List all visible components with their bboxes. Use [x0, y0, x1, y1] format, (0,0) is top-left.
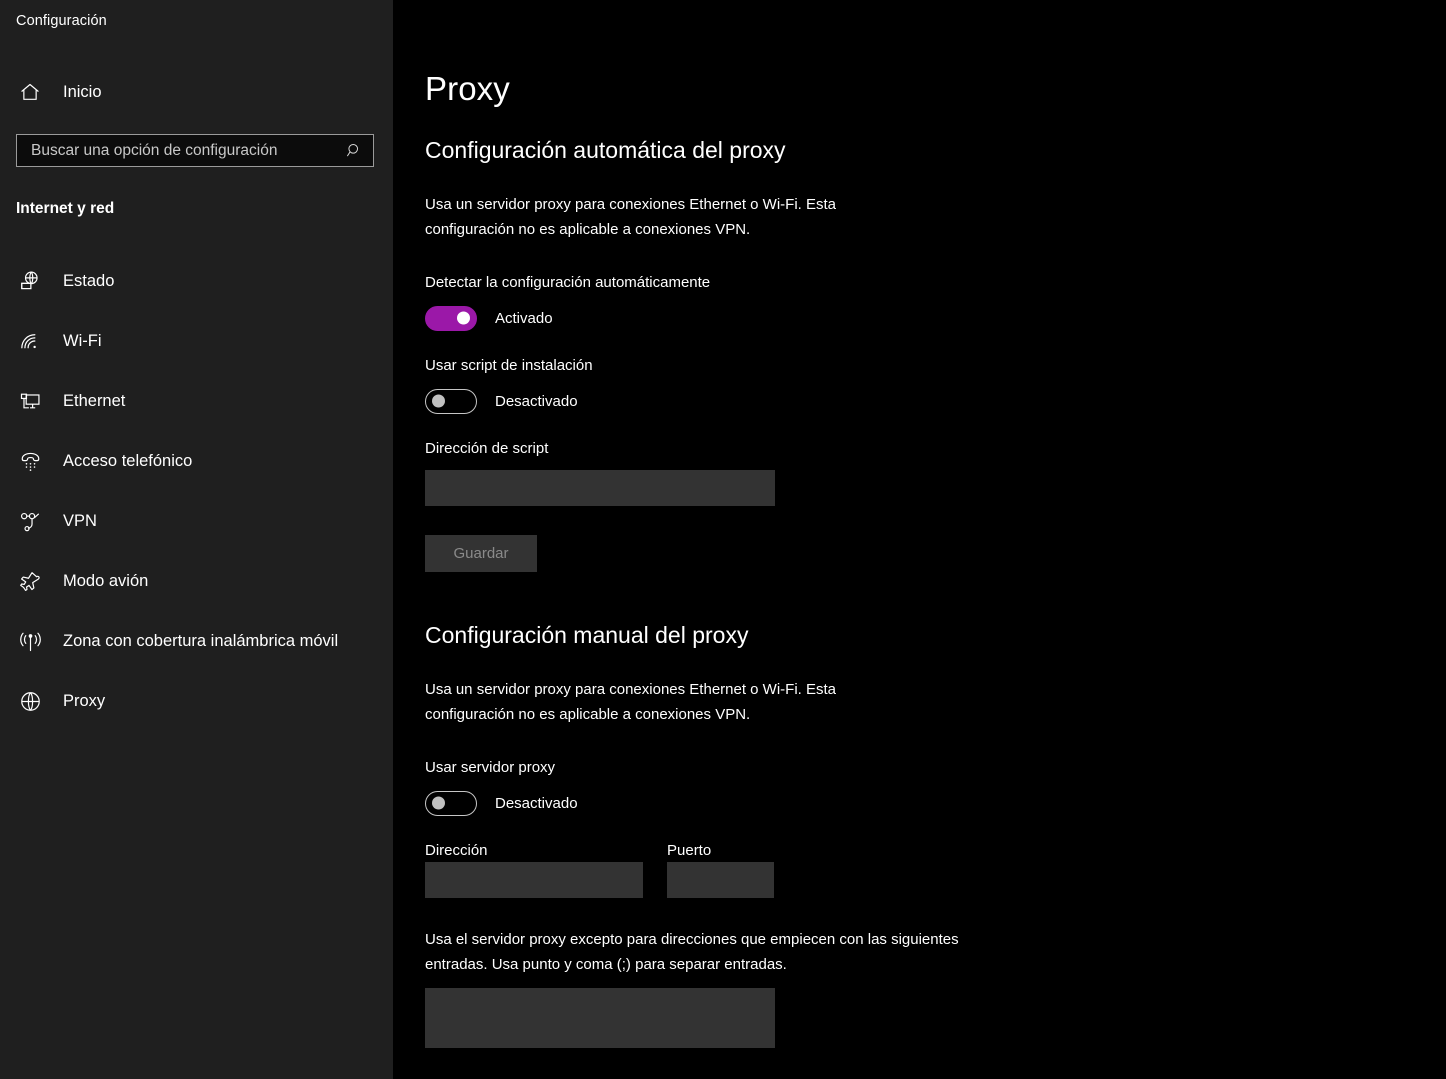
- sidebar-item-zona-cobertura-label: Zona con cobertura inalámbrica móvil: [63, 632, 339, 650]
- manual-proxy-description: Usa un servidor proxy para conexiones Et…: [425, 681, 837, 723]
- sidebar-item-wifi[interactable]: Wi-Fi: [0, 323, 393, 359]
- search-box[interactable]: [16, 134, 374, 167]
- airplane-icon: [10, 570, 50, 593]
- toggle-knob: [432, 394, 445, 408]
- globe-icon: [10, 690, 50, 713]
- script-address-label: Dirección de script: [425, 440, 549, 457]
- automatic-proxy-description: Usa un servidor proxy para conexiones Et…: [425, 196, 837, 238]
- detect-settings-toggle-row: Activado: [425, 305, 553, 331]
- proxy-exceptions-input[interactable]: [425, 988, 775, 1048]
- sidebar-group-title: Internet y red: [16, 200, 115, 217]
- home-icon: [10, 81, 50, 103]
- use-proxy-server-toggle-row: Desactivado: [425, 790, 578, 816]
- script-address-input[interactable]: [425, 470, 775, 506]
- main-content: Proxy Configuración automática del proxy…: [393, 0, 1446, 1079]
- detect-settings-label: Detectar la configuración automáticament…: [425, 274, 711, 291]
- toggle-knob: [432, 796, 445, 810]
- toggle-knob: [457, 311, 470, 325]
- app-title: Configuración: [16, 13, 107, 29]
- detect-settings-toggle[interactable]: [425, 305, 477, 331]
- sidebar-item-wifi-label: Wi-Fi: [63, 332, 102, 350]
- sidebar-nav-list: Estado Wi-Fi Ethernet Acceso telefónico …: [0, 263, 393, 743]
- sidebar-item-proxy[interactable]: Proxy: [0, 683, 393, 719]
- proxy-address-label: Dirección: [425, 842, 488, 859]
- sidebar-item-vpn-label: VPN: [63, 512, 97, 530]
- sidebar-item-ethernet[interactable]: Ethernet: [0, 383, 393, 419]
- sidebar-item-zona-cobertura[interactable]: Zona con cobertura inalámbrica móvil: [0, 623, 393, 659]
- setup-script-label: Usar script de instalación: [425, 357, 593, 374]
- search-icon[interactable]: [341, 138, 367, 164]
- wifi-icon: [10, 330, 50, 353]
- settings-window: Configuración Inicio Internet y red: [0, 0, 1446, 1079]
- setup-script-toggle-row: Desactivado: [425, 388, 578, 414]
- detect-settings-toggle-state: Activado: [495, 309, 553, 327]
- setup-script-toggle[interactable]: [425, 388, 477, 414]
- page-title: Proxy: [425, 70, 510, 107]
- setup-script-toggle-state: Desactivado: [495, 392, 578, 410]
- sidebar-item-acceso-telefonico[interactable]: Acceso telefónico: [0, 443, 393, 479]
- sidebar: Configuración Inicio Internet y red: [0, 0, 393, 1079]
- save-button[interactable]: Guardar: [425, 535, 537, 572]
- sidebar-item-home-label: Inicio: [63, 83, 102, 101]
- sidebar-item-estado-label: Estado: [63, 272, 115, 290]
- sidebar-item-home[interactable]: Inicio: [0, 74, 393, 110]
- sidebar-item-modo-avion[interactable]: Modo avión: [0, 563, 393, 599]
- sidebar-item-ethernet-label: Ethernet: [63, 392, 126, 410]
- sidebar-item-estado[interactable]: Estado: [0, 263, 393, 299]
- proxy-exceptions-description: Usa el servidor proxy excepto para direc…: [425, 931, 959, 973]
- vpn-icon: [10, 510, 50, 533]
- use-proxy-server-toggle[interactable]: [425, 790, 477, 816]
- network-status-icon: [10, 270, 50, 292]
- sidebar-item-vpn[interactable]: VPN: [0, 503, 393, 539]
- hotspot-icon: [10, 630, 50, 653]
- use-proxy-server-toggle-state: Desactivado: [495, 794, 578, 812]
- proxy-address-input[interactable]: [425, 862, 643, 898]
- proxy-port-label: Puerto: [667, 842, 712, 859]
- sidebar-item-proxy-label: Proxy: [63, 692, 106, 710]
- sidebar-item-modo-avion-label: Modo avión: [63, 572, 149, 590]
- sidebar-item-acceso-telefonico-label: Acceso telefónico: [63, 452, 193, 470]
- automatic-proxy-heading: Configuración automática del proxy: [425, 137, 786, 163]
- proxy-port-input[interactable]: [667, 862, 774, 898]
- dialup-phone-icon: [10, 450, 50, 473]
- ethernet-icon: [10, 390, 50, 413]
- use-proxy-server-label: Usar servidor proxy: [425, 759, 556, 776]
- search-input[interactable]: [31, 140, 341, 161]
- manual-proxy-heading: Configuración manual del proxy: [425, 622, 749, 648]
